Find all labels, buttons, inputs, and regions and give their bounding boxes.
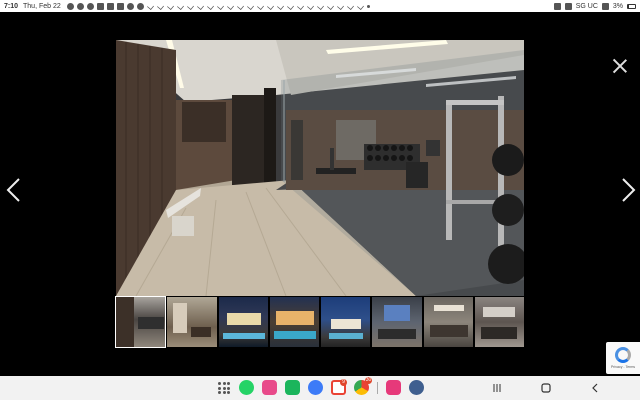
- signal-icon: [601, 2, 609, 10]
- check-notification-icon: [346, 2, 354, 10]
- chevron-right-icon[interactable]: [618, 177, 638, 203]
- carrier-label: SG UC: [575, 2, 598, 10]
- messages-icon[interactable]: [308, 380, 323, 395]
- gmail-icon[interactable]: 9: [331, 379, 347, 395]
- gmail-badge: 9: [340, 379, 347, 386]
- back-icon[interactable]: [588, 381, 602, 395]
- check-notification-icon: [296, 2, 304, 10]
- system-status: SG UC 3%: [553, 2, 636, 10]
- music-notification-icon: [106, 2, 114, 10]
- check-notification-icon: [176, 2, 184, 10]
- chevron-left-icon[interactable]: [4, 177, 24, 203]
- mail-notification-icon: [86, 2, 94, 10]
- settings-icon[interactable]: [409, 380, 424, 395]
- check-notification-icon: [336, 2, 344, 10]
- close-icon[interactable]: [612, 58, 628, 74]
- thumbnail[interactable]: [167, 297, 217, 347]
- check-notification-icon: [266, 2, 274, 10]
- chat-notification-icon: [76, 2, 84, 10]
- recaptcha-badge[interactable]: Privacy - Terms: [606, 342, 640, 374]
- thumbnail[interactable]: [114, 296, 167, 348]
- messenger-notification-icon: [136, 2, 144, 10]
- app-drawer-icon[interactable]: [216, 380, 231, 395]
- flower-icon[interactable]: [386, 380, 401, 395]
- check-notification-icon: [196, 2, 204, 10]
- check-notification-icon: [166, 2, 174, 10]
- main-photo: [116, 40, 524, 296]
- recaptcha-terms: Privacy - Terms: [610, 365, 636, 369]
- recents-icon[interactable]: [490, 381, 504, 395]
- app-dock: 9 30: [216, 377, 424, 395]
- home-icon[interactable]: [539, 381, 553, 395]
- check-notification-icon: [306, 2, 314, 10]
- check-notification-icon: [156, 2, 164, 10]
- wifi-icon: [564, 2, 572, 10]
- battery-percent: 3%: [612, 2, 623, 10]
- thumbnail-strip: [114, 296, 524, 348]
- thumbnail[interactable]: [321, 297, 371, 347]
- check-notification-icon: [276, 2, 284, 10]
- whatsapp-notification-icon: [66, 2, 74, 10]
- dock-divider: [377, 381, 378, 394]
- chrome-icon[interactable]: 30: [354, 377, 372, 395]
- thumbnail[interactable]: [474, 297, 524, 347]
- check-notification-icon: [206, 2, 214, 10]
- check-notification-icon: [246, 2, 254, 10]
- status-bar: 7:10 Thu, Feb 22 SG UC 3%: [0, 0, 640, 12]
- date: Thu, Feb 22: [23, 2, 61, 10]
- photo-viewer: Privacy - Terms: [0, 12, 640, 376]
- check-notification-icon: [236, 2, 244, 10]
- chrome-badge: 30: [365, 377, 372, 384]
- more-notifications-icon: [366, 4, 370, 8]
- gmail-notification-icon: [96, 2, 104, 10]
- check-notification-icon: [286, 2, 294, 10]
- phone-icon[interactable]: [285, 380, 300, 395]
- mute-icon: [553, 2, 561, 10]
- battery-icon: [627, 3, 636, 9]
- whatsapp-icon[interactable]: [239, 380, 254, 395]
- thumbnail[interactable]: [372, 297, 422, 347]
- thumbnail[interactable]: [423, 297, 473, 347]
- check-notification-icon: [216, 2, 224, 10]
- check-notification-icon: [316, 2, 324, 10]
- thumbnail[interactable]: [218, 297, 268, 347]
- beeper-icon[interactable]: [262, 380, 277, 395]
- thumbnail[interactable]: [269, 297, 319, 347]
- pinterest-notification-icon: [126, 2, 134, 10]
- check-notification-icon: [186, 2, 194, 10]
- check-notification-icon: [356, 2, 364, 10]
- check-notification-icon: [326, 2, 334, 10]
- check-notification-icon: [146, 2, 154, 10]
- check-notification-icon: [256, 2, 264, 10]
- clock: 7:10: [4, 2, 19, 10]
- taskbar: 9 30: [0, 376, 640, 400]
- notification-icons: [66, 2, 370, 10]
- check-notification-icon: [226, 2, 234, 10]
- recaptcha-icon: [615, 347, 631, 363]
- youtube-notification-icon: [116, 2, 124, 10]
